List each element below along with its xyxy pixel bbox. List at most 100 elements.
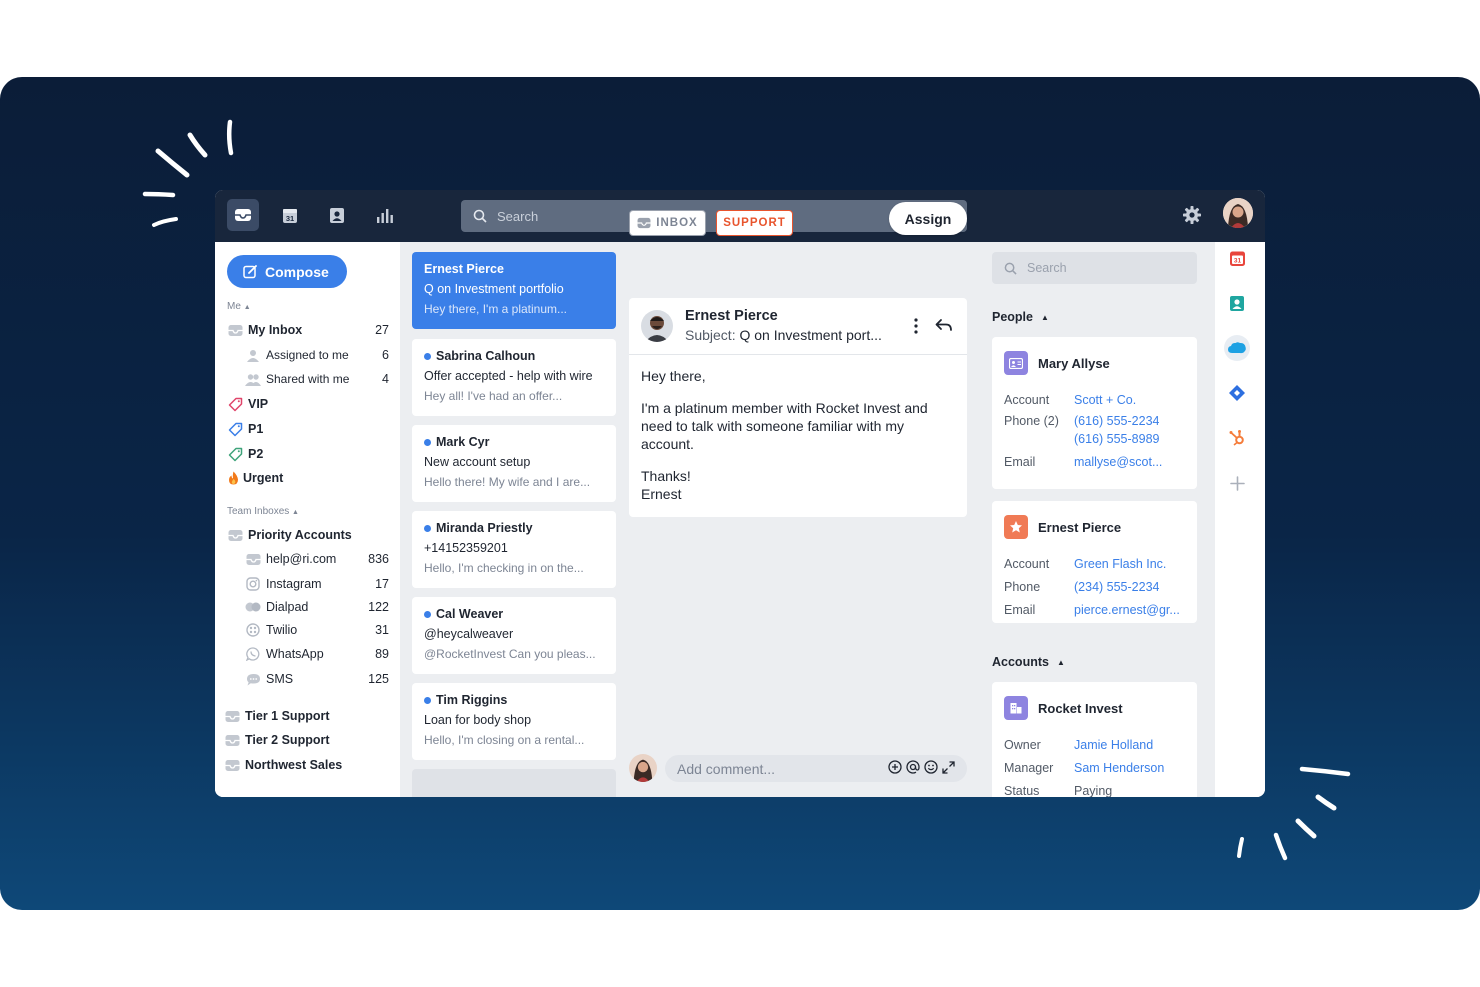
nav-analytics-button[interactable] [369,199,401,231]
me-section-label[interactable]: Me ▲ [227,301,251,312]
conversation-card-mark-cyr[interactable]: Mark Cyr New account setup Hello there! … [412,425,616,502]
conversation-card-miranda-priestly[interactable]: Miranda Priestly +14152359201 Hello, I'm… [412,511,616,588]
sidebar-item-p1[interactable]: P1 [227,418,389,440]
sidebar-item-my-inbox[interactable]: My Inbox 27 [227,319,389,341]
compose-icon [243,265,257,279]
conversation-sender: Miranda Priestly [436,521,533,535]
nav-inbox-button[interactable] [227,199,259,231]
reply-button[interactable] [935,318,953,337]
sidebar-item-northwest-sales[interactable]: Northwest Sales [224,754,386,776]
sidebar-item-count: 836 [368,552,389,566]
conversation-card-cal-weaver[interactable]: Cal Weaver @heycalweaver @RocketInvest C… [412,597,616,674]
comment-box[interactable]: Add comment... [665,755,967,782]
more-options-button[interactable] [913,318,919,339]
inbox-icon [224,757,240,773]
contact-account-link[interactable]: Green Flash Inc. [1074,557,1166,571]
sidebar-item-label: Assigned to me [266,348,349,362]
assign-label: Assign [904,210,952,227]
user-avatar-image [1223,198,1253,228]
contact-phone-link[interactable]: (234) 555-2234 [1074,580,1159,594]
sidebar-item-dialpad[interactable]: Dialpad 122 [245,596,389,618]
sidebar-item-label: Instagram [266,577,322,591]
rail-salesforce-button[interactable] [1224,335,1250,361]
rail-add-integration-button[interactable] [1225,471,1249,495]
rail-jira-button[interactable] [1225,381,1249,405]
sidebar-item-priority-accounts[interactable]: Priority Accounts [227,524,389,546]
add-circle-icon[interactable] [888,760,902,777]
sidebar-item-shared-with-me[interactable]: Shared with me 4 [245,368,389,390]
assigned-user-icon [245,347,261,363]
people-section-header[interactable]: People ▲ [992,310,1049,324]
contact-email-link[interactable]: mallyse@scot... [1074,455,1162,469]
message-header: Ernest Pierce Subject: Q on Investment p… [629,298,967,355]
sidebar-item-help-email[interactable]: help@ri.com 836 [245,548,389,570]
sidebar-item-label: Northwest Sales [245,758,343,772]
conversation-card-sabrina-calhoun[interactable]: Sabrina Calhoun Offer accepted - help wi… [412,339,616,416]
sidebar-item-sms[interactable]: SMS 125 [245,668,389,690]
conversation-sender: Ernest Pierce [424,262,504,276]
comment-input[interactable]: Add comment... [677,761,888,777]
nav-calendar-button[interactable]: 31 [274,199,306,231]
contacts-search-bar[interactable]: Search [992,252,1197,284]
contact-email-link[interactable]: pierce.ernest@gr... [1074,603,1180,617]
sidebar-item-vip[interactable]: VIP [227,393,389,415]
settings-button[interactable] [1182,205,1202,230]
sidebar-item-count: 27 [375,323,389,337]
compose-button[interactable]: Compose [227,255,347,288]
calendar-icon: 31 [1229,251,1245,266]
rail-contact-button[interactable] [1225,291,1249,315]
account-card-rocket-invest[interactable]: Rocket Invest Owner Jamie Holland Manager… [992,682,1197,797]
sidebar-item-tier-2-support[interactable]: Tier 2 Support [224,729,386,751]
conversation-subject: +14152359201 [424,541,508,555]
mention-icon[interactable] [906,760,920,777]
rail-hubspot-button[interactable] [1225,426,1249,450]
contact-card-ernest-pierce[interactable]: Ernest Pierce Account Green Flash Inc. Ph… [992,501,1197,623]
account-manager-link[interactable]: Sam Henderson [1074,761,1164,775]
tag-icon [227,421,243,437]
conversation-preview: Hey there, I'm a platinum... [424,302,568,316]
contacts-search-input[interactable]: Search [1027,261,1067,275]
sidebar-item-tier-1-support[interactable]: Tier 1 Support [224,705,386,727]
global-search-input[interactable] [497,208,917,224]
sidebar-item-urgent[interactable]: Urgent [227,467,389,489]
sender-avatar [641,310,673,342]
subject-prefix: Subject: [685,327,736,343]
contact-card-mary-allyse[interactable]: Mary Allyse Account Scott + Co. Phone (2)… [992,337,1197,489]
account-status: Paying [1074,784,1113,797]
sidebar-item-instagram[interactable]: Instagram 17 [245,573,389,595]
unread-dot [424,438,431,446]
sidebar: Compose Me ▲ My Inbox 27 Assigned to me … [215,242,400,797]
sidebar-item-twilio[interactable]: Twilio 31 [245,619,389,641]
inbox-icon [637,217,651,229]
team-inboxes-section-label[interactable]: Team Inboxes ▲ [227,506,299,517]
emoji-icon[interactable] [924,760,938,777]
calendar-icon: 31 [283,208,297,223]
contact-account-link[interactable]: Scott + Co. [1074,393,1136,407]
user-avatar[interactable] [1223,198,1253,228]
nav-contacts-button[interactable] [321,199,353,231]
assign-button[interactable]: Assign [889,202,967,235]
conversation-card-ernest-pierce[interactable]: Ernest Pierce Q on Investment portfolio … [412,252,616,329]
sidebar-item-whatsapp[interactable]: WhatsApp 89 [245,643,389,665]
conversation-card-tim-riggins[interactable]: Tim Riggins Loan for body shop Hello, I'… [412,683,616,760]
sidebar-item-count: 4 [382,372,389,386]
inbox-tag[interactable]: INBOX [629,210,706,236]
account-owner-link[interactable]: Jamie Holland [1074,738,1153,752]
conversation-subject: Q on Investment portfolio [424,282,564,296]
contact-phone-link[interactable]: (616) 555-2234 [1074,414,1159,428]
sidebar-item-p2[interactable]: P2 [227,443,389,465]
sidebar-item-count: 17 [375,577,389,591]
support-tag[interactable]: SUPPORT [716,210,793,236]
search-icon [473,209,487,223]
expand-icon[interactable] [942,760,955,777]
rail-calendar-button[interactable]: 31 [1225,246,1249,270]
inbox-tag-label: INBOX [656,217,698,229]
sidebar-item-count: 125 [368,672,389,686]
accounts-section-header[interactable]: Accounts ▲ [992,655,1065,669]
sidebar-item-assigned-to-me[interactable]: Assigned to me 6 [245,344,389,366]
contact-phone-link[interactable]: (616) 555-8989 [1074,432,1159,446]
twilio-icon [245,622,261,638]
unread-dot [424,610,431,618]
conversation-subject: New account setup [424,455,531,469]
sidebar-item-label: Twilio [266,623,298,637]
